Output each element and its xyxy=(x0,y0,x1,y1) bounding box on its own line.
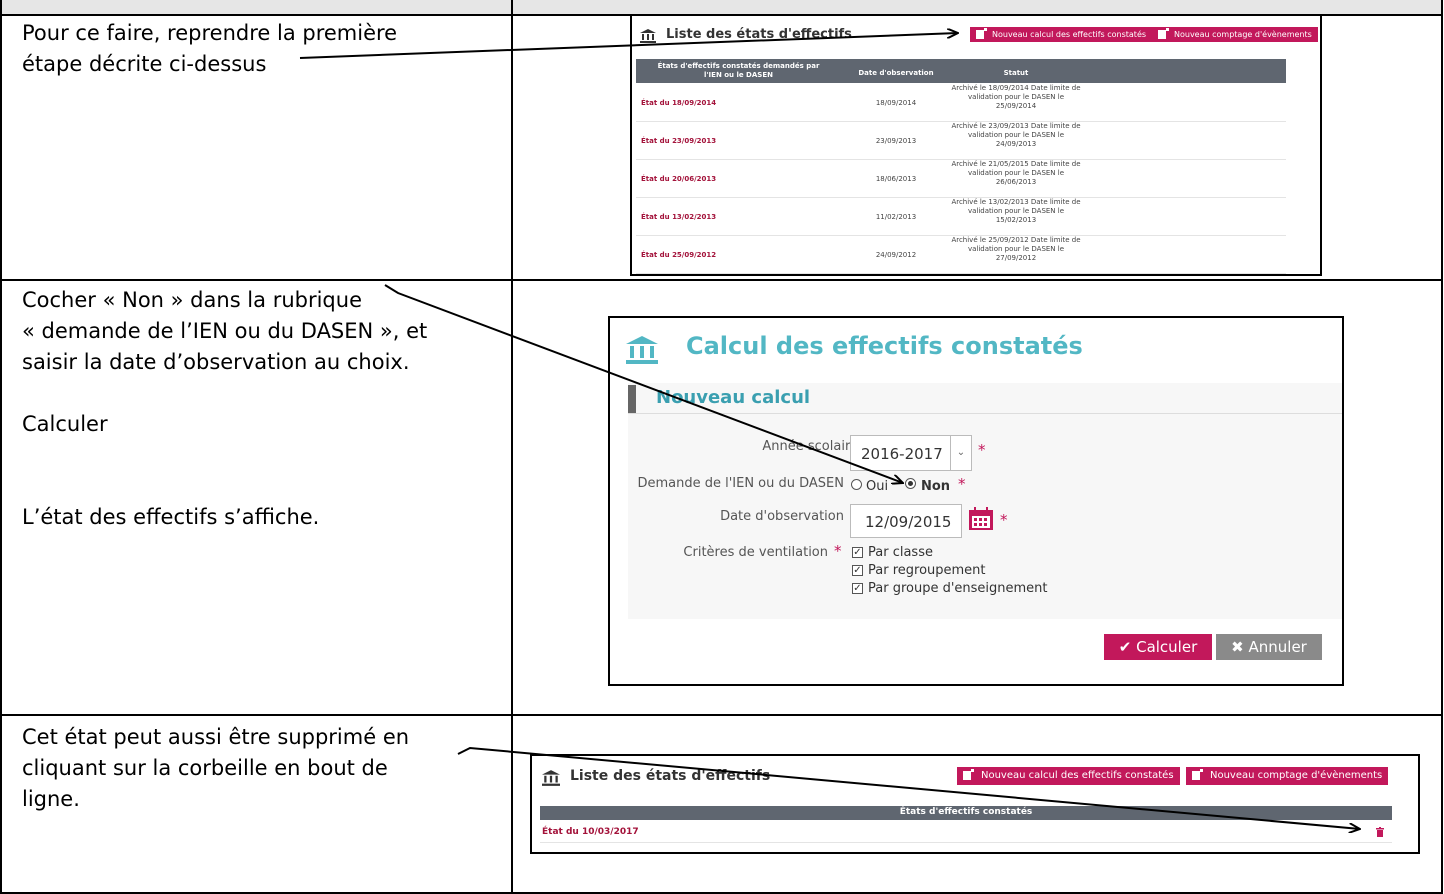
arrow-to-trash xyxy=(457,746,1360,829)
arrow-to-new-calc xyxy=(299,33,958,59)
annotation-arrows xyxy=(299,0,1444,894)
arrow-to-radio-non xyxy=(384,284,903,483)
